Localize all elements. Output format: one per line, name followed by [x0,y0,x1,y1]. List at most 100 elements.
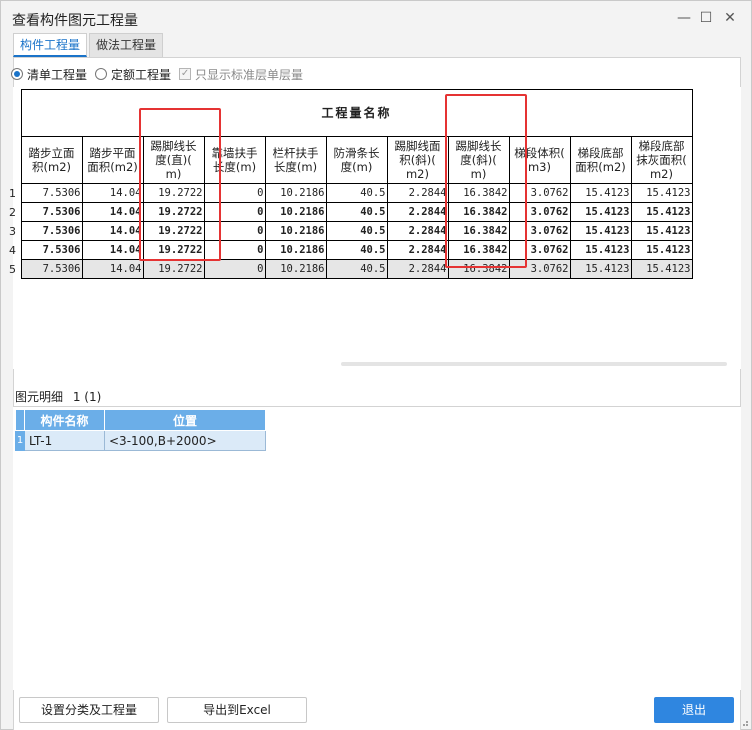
column-header[interactable]: 踢脚线长 度(斜)( m) [447,136,510,184]
row-number: 4 [9,243,16,257]
exit-button[interactable]: 退出 [654,697,734,723]
quantity-cell[interactable]: 15.4123 [569,202,632,222]
set-category-button[interactable]: 设置分类及工程量 [19,697,159,723]
column-header[interactable]: 梯段底部 面积(m2) [569,136,632,184]
quantity-cell[interactable]: 40.5 [325,183,388,203]
quantity-cell[interactable]: 10.2186 [264,183,327,203]
quantity-cell[interactable]: 15.4123 [569,240,632,260]
quantity-cell[interactable]: 15.4123 [630,240,693,260]
column-header[interactable]: 踢脚线面 积(斜)( m2) [386,136,449,184]
quantity-cell[interactable]: 19.2722 [142,202,205,222]
quantity-cell[interactable]: 10.2186 [264,259,327,279]
quantity-cell[interactable]: 10.2186 [264,221,327,241]
quantity-cell[interactable]: 16.3842 [447,202,510,222]
quantity-cell[interactable]: 3.0762 [508,202,571,222]
table-row[interactable]: 1 7.5306 14.04 19.2722 0 10.2186 40.5 2.2844 16.… [9,183,693,203]
quantity-cell[interactable]: 2.2844 [386,183,449,203]
quantity-cell[interactable]: 40.5 [325,240,388,260]
quantity-cell[interactable]: 15.4123 [569,259,632,279]
radio-unselected-icon[interactable] [95,68,108,80]
quantity-cell[interactable]: 10.2186 [264,202,327,222]
column-header[interactable]: 踏步立面 积(m2) [20,136,83,184]
quantity-cell[interactable]: 19.2722 [142,259,205,279]
close-icon[interactable]: ✕ [719,7,741,29]
column-header[interactable]: 踢脚线长 度(直)( m) [142,136,205,184]
quantity-cell[interactable]: 3.0762 [508,183,571,203]
table-row[interactable]: 3 7.5306 14.04 19.2722 0 10.2186 40.5 2.2844 16.… [9,221,693,241]
quantity-cell[interactable]: 14.04 [81,221,144,241]
column-header[interactable]: 靠墙扶手 长度(m) [203,136,266,184]
quantity-cell[interactable]: 16.3842 [447,240,510,260]
quantity-cell[interactable]: 14.04 [81,183,144,203]
quantity-cell[interactable]: 10.2186 [264,240,327,260]
quantity-cell[interactable]: 0 [203,259,266,279]
tab-method-quantity[interactable]: 做法工程量 [89,33,163,57]
quantity-cell[interactable]: 3.0762 [508,240,571,260]
column-header[interactable]: 栏杆扶手 长度(m) [264,136,327,184]
table-row[interactable]: 2 7.5306 14.04 19.2722 0 10.2186 40.5 2.2844 16.… [9,202,693,222]
quantity-cell[interactable]: 15.4123 [630,259,693,279]
resize-grip-icon[interactable] [740,718,748,726]
column-header[interactable]: 梯段体积( m3) [508,136,571,184]
detail-corner [15,409,25,431]
tab-component-quantity[interactable]: 构件工程量 [13,33,87,57]
quantity-cell[interactable]: 3.0762 [508,221,571,241]
quantity-cell[interactable]: 14.04 [81,202,144,222]
table-row[interactable]: 4 7.5306 14.04 19.2722 0 10.2186 40.5 2.2844 16.… [9,240,693,260]
quantity-cell[interactable]: 19.2722 [142,221,205,241]
minimize-icon[interactable]: — [673,7,695,29]
position-cell[interactable]: <3-100,B+2000> [104,430,266,451]
radio-qingdan[interactable]: 清单工程量 [11,66,87,83]
detail-label: 图元明细 [15,390,64,404]
quantity-cell[interactable]: 0 [203,183,266,203]
column-header[interactable]: 踏步平面 面积(m2) [81,136,144,184]
quantity-cell[interactable]: 40.5 [325,259,388,279]
window-title: 查看构件图元工程量 [12,13,138,29]
quantity-cell[interactable]: 15.4123 [630,183,693,203]
horizontal-scrollbar[interactable] [341,362,727,366]
quantity-cell[interactable]: 0 [203,240,266,260]
quantity-cell[interactable]: 0 [203,221,266,241]
quantity-cell[interactable]: 15.4123 [630,202,693,222]
quantity-cell[interactable]: 16.3842 [447,259,510,279]
table-row[interactable]: 5 7.5306 14.04 19.2722 0 10.2186 40.5 2.2844 16.… [9,259,693,279]
title-bar: 查看构件图元工程量 — ☐ ✕ [1,1,751,33]
quantity-cell[interactable]: 19.2722 [142,183,205,203]
quantity-cell[interactable]: 16.3842 [447,221,510,241]
checkbox-check-icon[interactable]: ✓ [179,68,192,80]
quantity-cell[interactable]: 15.4123 [569,183,632,203]
quantity-cell[interactable]: 7.5306 [20,221,83,241]
radio-selected-icon[interactable] [11,68,23,80]
quantity-cell[interactable]: 14.04 [81,259,144,279]
quantity-cell[interactable]: 2.2844 [386,240,449,260]
column-header[interactable]: 防滑条长 度(m) [325,136,388,184]
export-excel-button[interactable]: 导出到Excel [167,697,307,723]
quantity-cell[interactable]: 15.4123 [569,221,632,241]
quantity-cell[interactable]: 40.5 [325,221,388,241]
detail-header-name[interactable]: 构件名称 [24,409,105,431]
quantity-cell[interactable]: 2.2844 [386,259,449,279]
table-row[interactable]: 1 LT-1 <3-100,B+2000> [15,430,266,451]
header-corner [9,137,21,184]
component-name-cell[interactable]: LT-1 [24,430,105,451]
column-header[interactable]: 梯段底部 抹灰面积( m2) [630,136,693,184]
detail-header-position[interactable]: 位置 [104,409,266,431]
quantity-cell[interactable]: 2.2844 [386,202,449,222]
quantity-cell[interactable]: 2.2844 [386,221,449,241]
checkbox-standard-floor-label: 只显示标准层单层量 [195,67,304,82]
checkbox-standard-floor[interactable]: ✓ 只显示标准层单层量 [179,66,303,83]
quantity-cell[interactable]: 7.5306 [20,183,83,203]
quantity-cell[interactable]: 19.2722 [142,240,205,260]
maximize-icon[interactable]: ☐ [695,7,717,29]
quantity-cell[interactable]: 7.5306 [20,259,83,279]
quantity-cell[interactable]: 40.5 [325,202,388,222]
detail-section-label: 图元明细 1 (1) [15,388,101,405]
quantity-cell[interactable]: 7.5306 [20,202,83,222]
quantity-cell[interactable]: 7.5306 [20,240,83,260]
quantity-cell[interactable]: 0 [203,202,266,222]
quantity-cell[interactable]: 15.4123 [630,221,693,241]
quantity-cell[interactable]: 3.0762 [508,259,571,279]
radio-dinge[interactable]: 定额工程量 [95,66,171,83]
quantity-cell[interactable]: 14.04 [81,240,144,260]
quantity-cell[interactable]: 16.3842 [447,183,510,203]
